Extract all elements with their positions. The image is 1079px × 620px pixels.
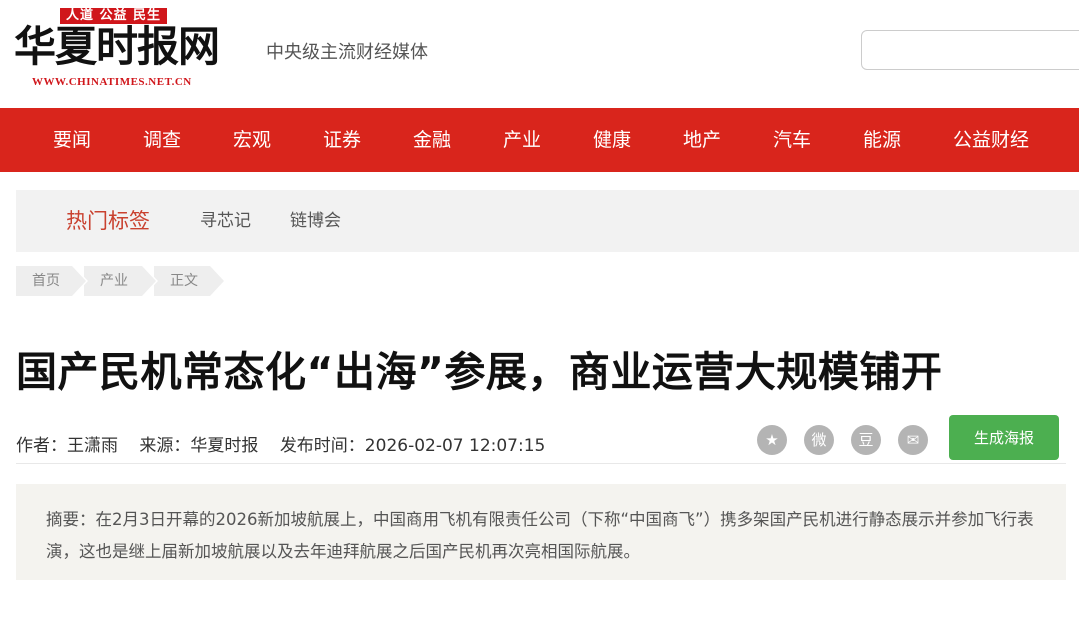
- search-input[interactable]: [861, 30, 1079, 70]
- qzone-star-icon[interactable]: ★: [757, 425, 787, 455]
- site-slogan: 中央级主流财经媒体: [266, 42, 428, 63]
- generate-poster-button[interactable]: 生成海报: [949, 415, 1059, 460]
- site-logo[interactable]: 人道 公益 民生 华夏时报网 WWW.CHINATIMES.NET.CN: [14, 6, 234, 96]
- nav-item-auto[interactable]: 汽车: [773, 108, 811, 172]
- logo-url: WWW.CHINATIMES.NET.CN: [32, 76, 192, 88]
- article-meta: 作者：王潇雨 来源：华夏时报 发布时间：2026-02-07 12:07:15: [16, 431, 561, 456]
- weibo-icon[interactable]: 微: [804, 425, 834, 455]
- nav-item-industry[interactable]: 产业: [503, 108, 541, 172]
- article-publish-time: 发布时间：2026-02-07 12:07:15: [279, 436, 546, 456]
- meta-divider: [16, 463, 1066, 464]
- article-title: 国产民机常态化“出海”参展，商业运营大规模铺开: [16, 348, 943, 396]
- nav-item-energy[interactable]: 能源: [863, 108, 901, 172]
- logo-wordmark: 华夏时报网: [14, 22, 220, 71]
- nav-item-finance[interactable]: 金融: [413, 108, 451, 172]
- nav-item-news[interactable]: 要闻: [53, 108, 91, 172]
- hot-tag-link[interactable]: 链博会: [290, 190, 341, 252]
- article-source: 来源：华夏时报: [139, 436, 259, 456]
- main-nav: 要闻 调查 宏观 证券 金融 产业 健康 地产 汽车 能源 公益财经: [0, 108, 1079, 172]
- nav-item-securities[interactable]: 证券: [323, 108, 361, 172]
- wechat-icon[interactable]: ✉: [898, 425, 928, 455]
- douban-icon[interactable]: 豆: [851, 425, 881, 455]
- article-summary: 摘要：在2月3日开幕的2026新加坡航展上，中国商用飞机有限责任公司（下称“中国…: [16, 484, 1066, 580]
- breadcrumb-industry[interactable]: 产业: [84, 266, 158, 296]
- nav-item-macro[interactable]: 宏观: [233, 108, 271, 172]
- breadcrumb-home[interactable]: 首页: [16, 266, 88, 296]
- nav-item-investigation[interactable]: 调查: [143, 108, 181, 172]
- summary-text: 摘要：在2月3日开幕的2026新加坡航展上，中国商用飞机有限责任公司（下称“中国…: [46, 510, 1034, 561]
- nav-item-real-estate[interactable]: 地产: [683, 108, 721, 172]
- breadcrumb-current: 正文: [154, 266, 226, 296]
- hot-tags-title: 热门标签: [66, 209, 150, 233]
- site-header: 人道 公益 民生 华夏时报网 WWW.CHINATIMES.NET.CN 中央级…: [0, 0, 1079, 108]
- hot-tags-bar: 热门标签 寻芯记 链博会: [16, 190, 1079, 252]
- nav-item-health[interactable]: 健康: [593, 108, 631, 172]
- hot-tag-link[interactable]: 寻芯记: [200, 190, 251, 252]
- nav-item-charity-finance[interactable]: 公益财经: [953, 108, 1029, 172]
- article-author: 作者：王潇雨: [16, 436, 118, 456]
